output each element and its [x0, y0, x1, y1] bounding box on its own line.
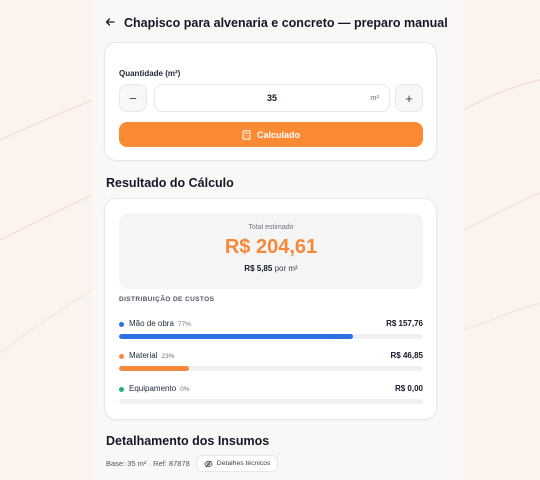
quantity-input[interactable]: 35 m²	[154, 84, 390, 112]
increment-button[interactable]: +	[395, 84, 423, 112]
arrow-left-icon	[104, 15, 116, 31]
cost-row-percent: 0%	[180, 386, 190, 393]
cost-row-equipment: Equipamento 0% R$ 0,00	[119, 384, 423, 408]
minus-icon: −	[129, 90, 137, 106]
legend-dot	[119, 387, 124, 392]
cost-row-material: Material 23% R$ 46,85	[119, 351, 423, 375]
cost-row-amount: R$ 0,00	[394, 384, 423, 393]
technical-details-button[interactable]: Detalhes técnicos	[195, 455, 279, 472]
calculate-button[interactable]: Calculado	[119, 122, 423, 147]
per-unit-value: R$ 5,85	[244, 264, 273, 273]
progress-track	[119, 334, 423, 339]
quantity-value: 35	[266, 93, 277, 103]
calculate-button-label: Calculado	[256, 129, 300, 140]
progress-track	[119, 366, 423, 371]
cost-row-percent: 23%	[161, 353, 175, 360]
page-title: Chapisco para alvenaria e concreto — pre…	[124, 16, 448, 30]
quantity-unit: m²	[370, 93, 379, 102]
back-button[interactable]	[104, 13, 116, 33]
legend-dot	[119, 322, 124, 327]
cost-row-percent: 77%	[177, 321, 191, 328]
total-label: Total estimado	[248, 224, 294, 231]
technical-details-label: Detalhes técnicos	[216, 460, 271, 467]
result-section-title: Resultado do Cálculo	[106, 176, 234, 190]
quantity-card: Quantidade (m²) − 35 m² + Calculado	[104, 42, 437, 161]
result-card: Total estimado R$ 204,61 R$ 5,85 por m² …	[104, 198, 437, 420]
total-summary: Total estimado R$ 204,61 R$ 5,85 por m²	[119, 213, 423, 289]
details-meta: Base: 35 m² · Ref: 87878 Detalhes técnic…	[106, 455, 279, 472]
cost-row-amount: R$ 157,76	[386, 319, 423, 328]
progress-track	[119, 399, 423, 404]
legend-dot	[119, 354, 124, 359]
cost-row-name: Mão de obra 77%	[129, 319, 191, 328]
cost-row-amount: R$ 46,85	[390, 351, 423, 360]
cost-row-name: Material 23%	[129, 351, 175, 360]
total-value: R$ 204,61	[224, 236, 318, 258]
progress-fill	[119, 334, 354, 339]
quantity-label: Quantidade (m²)	[119, 69, 181, 78]
per-unit-suffix: por m²	[274, 264, 298, 273]
cost-row-name: Equipamento 0%	[129, 384, 190, 393]
details-section-title: Detalhamento dos Insumos	[106, 434, 270, 448]
progress-fill	[119, 366, 189, 371]
base-reference-text: Base: 35 m² · Ref: 87878	[106, 459, 190, 468]
decrement-button[interactable]: −	[119, 84, 147, 112]
distribution-label: DISTRIBUIÇÃO DE CUSTOS	[119, 296, 215, 303]
per-unit-price: R$ 5,85 por m²	[119, 264, 423, 273]
page-header: Chapisco para alvenaria e concreto — pre…	[104, 12, 448, 34]
plus-icon: +	[405, 90, 413, 106]
cost-row-labor: Mão de obra 77% R$ 157,76	[119, 319, 423, 343]
eye-off-icon	[204, 460, 213, 468]
calculator-icon	[242, 129, 251, 140]
